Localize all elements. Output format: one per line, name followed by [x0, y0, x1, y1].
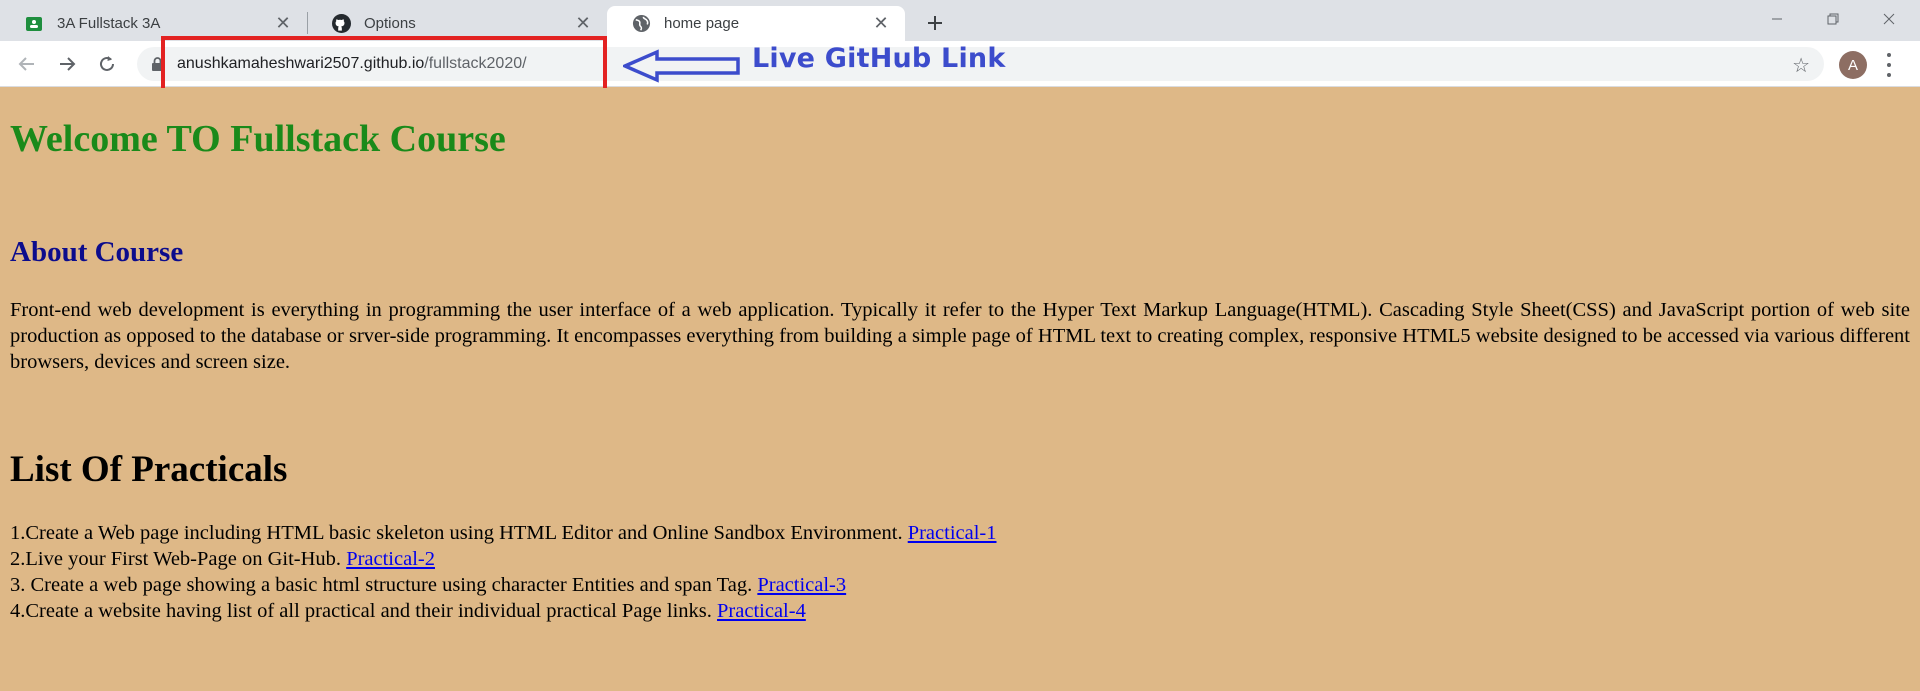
restore-button[interactable] — [1805, 0, 1861, 38]
practicals-heading: List Of Practicals — [10, 449, 288, 490]
practical-link[interactable]: Practical-2 — [346, 548, 435, 570]
restore-icon — [1827, 13, 1839, 25]
practical-link[interactable]: Practical-1 — [908, 522, 997, 544]
minimize-button[interactable] — [1749, 0, 1805, 38]
practical-text: 1.Create a Web page including HTML basic… — [10, 522, 908, 544]
arrow-left-icon — [18, 57, 34, 71]
forward-button[interactable] — [51, 48, 83, 80]
google-classroom-icon — [24, 14, 44, 34]
arrow-right-icon — [60, 57, 76, 71]
tab-strip: 3A Fullstack 3A ✕ Options ✕ home page ✕ — [0, 0, 1920, 41]
back-button[interactable] — [11, 48, 43, 80]
list-item: 4.Create a website having list of all pr… — [10, 598, 997, 624]
window-close-button[interactable] — [1861, 0, 1917, 38]
practical-link[interactable]: Practical-3 — [757, 574, 846, 596]
tab-label: Options — [364, 15, 416, 32]
profile-avatar[interactable]: A — [1839, 51, 1867, 79]
new-tab-button[interactable] — [920, 8, 950, 38]
list-item: 3. Create a web page showing a basic htm… — [10, 572, 997, 598]
bookmark-star-icon[interactable]: ☆ — [1792, 53, 1810, 78]
practical-text: 4.Create a website having list of all pr… — [10, 600, 718, 622]
close-icon[interactable]: ✕ — [271, 12, 295, 36]
close-icon — [1883, 13, 1895, 25]
url-highlight-box — [161, 36, 607, 96]
about-heading: About Course — [10, 236, 184, 268]
practical-text: 3. Create a web page showing a basic htm… — [10, 574, 758, 596]
practical-link[interactable]: Practical-4 — [717, 600, 806, 622]
annotation-arrow-icon — [623, 49, 740, 83]
plus-icon — [928, 16, 942, 30]
tab-label: 3A Fullstack 3A — [57, 15, 161, 32]
globe-icon — [631, 14, 651, 34]
practical-text: 2.Live your First Web-Page on Git-Hub. — [10, 548, 347, 570]
tab-home-page[interactable]: home page ✕ — [607, 6, 905, 41]
list-item: 1.Create a Web page including HTML basic… — [10, 520, 997, 546]
reload-button[interactable] — [91, 48, 123, 80]
kebab-menu-icon[interactable] — [1884, 53, 1894, 77]
annotation-label: Live GitHub Link — [752, 43, 1006, 74]
reload-icon — [100, 56, 114, 71]
github-icon — [331, 14, 351, 34]
web-page-content: Welcome TO Fullstack Course About Course… — [0, 88, 1920, 691]
minimize-icon — [1772, 18, 1782, 20]
page-title: Welcome TO Fullstack Course — [10, 118, 506, 160]
list-item: 2.Live your First Web-Page on Git-Hub. P… — [10, 546, 997, 572]
tab-label: home page — [664, 15, 740, 32]
close-icon[interactable]: ✕ — [869, 12, 893, 36]
about-paragraph: Front-end web development is everything … — [10, 299, 1910, 373]
close-icon[interactable]: ✕ — [571, 12, 595, 36]
practicals-list: 1.Create a Web page including HTML basic… — [10, 520, 997, 624]
